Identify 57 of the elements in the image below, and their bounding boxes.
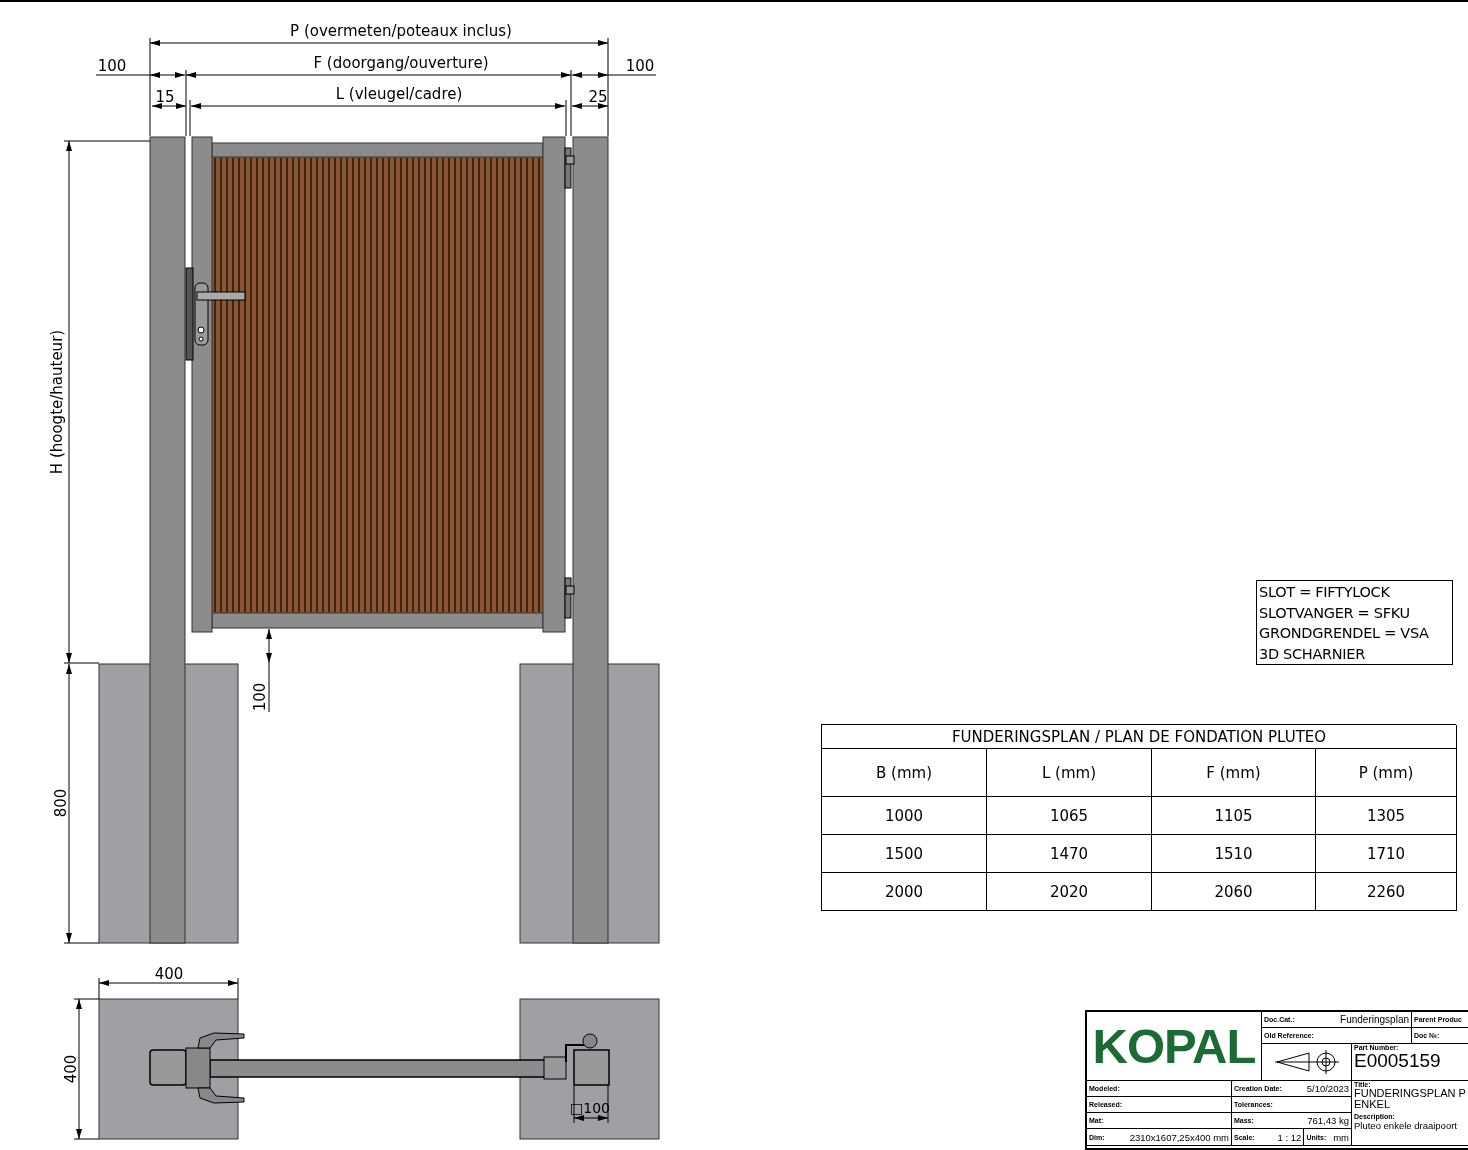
table-cell: 1710 bbox=[1316, 835, 1457, 873]
table-cell: 2060 bbox=[1152, 873, 1316, 911]
note-line: SLOTVANGER = SFKU bbox=[1259, 603, 1411, 623]
dimension-line bbox=[573, 1115, 609, 1121]
dimension-label: H (hoogte/hauteur) bbox=[48, 329, 66, 475]
column-header: B (mm) bbox=[822, 749, 987, 797]
drawing-title: ENKEL bbox=[1354, 1099, 1391, 1110]
extension-line bbox=[185, 69, 187, 137]
dimension-label: 25 bbox=[588, 88, 608, 106]
company-logo: KOPAL bbox=[1092, 1021, 1256, 1071]
note-line: 3D SCHARNIER bbox=[1259, 644, 1366, 664]
table-cell: 1065 bbox=[987, 797, 1152, 835]
table-cell: 1105 bbox=[1152, 797, 1316, 835]
column-header: P (mm) bbox=[1316, 749, 1457, 797]
field-value: 761,43 kg bbox=[1307, 1115, 1349, 1126]
extension-line bbox=[237, 977, 239, 1000]
extension-line bbox=[189, 99, 191, 137]
part-number: E0005159 bbox=[1354, 1051, 1441, 1071]
extension-line bbox=[63, 662, 100, 664]
dimension-label: □100 bbox=[570, 1100, 610, 1116]
dimension-label: 15 bbox=[155, 88, 175, 106]
drawing-title: FUNDERINGSPLAN P bbox=[1354, 1088, 1466, 1099]
dimension-label: 400 bbox=[62, 1054, 80, 1084]
field-value: 1 : 12 bbox=[1277, 1131, 1302, 1143]
extension-line bbox=[573, 1085, 575, 1124]
projection-symbol-icon bbox=[1274, 1049, 1339, 1075]
table-cell: 1510 bbox=[1152, 835, 1316, 873]
extension-line bbox=[570, 69, 572, 137]
extension-line bbox=[565, 99, 567, 137]
extension-line bbox=[73, 1138, 100, 1140]
note-line: GRONDGRENDEL = VSA bbox=[1259, 624, 1430, 643]
field-value: mm bbox=[1333, 1131, 1349, 1143]
table-cell: 1500 bbox=[822, 835, 987, 873]
table-cell: 1470 bbox=[987, 835, 1152, 873]
table-cell: 2020 bbox=[987, 873, 1152, 911]
table-cell: 2260 bbox=[1316, 873, 1457, 911]
dimension-label: 100 bbox=[97, 57, 127, 75]
dimension-label: 400 bbox=[154, 965, 184, 983]
dimension-label: 100 bbox=[251, 682, 269, 712]
field-value: Funderingsplan bbox=[1340, 1014, 1409, 1025]
field-value: 2310x1607,25x400 mm bbox=[1129, 1131, 1229, 1143]
extension-line bbox=[63, 942, 100, 944]
dimension-label: 800 bbox=[52, 788, 70, 818]
table-cell: 2000 bbox=[822, 873, 987, 911]
column-header: F (mm) bbox=[1152, 749, 1316, 797]
table-cell: 1000 bbox=[822, 797, 987, 835]
field-value: 5/10/2023 bbox=[1306, 1083, 1349, 1094]
dimension-label: 100 bbox=[625, 57, 655, 75]
drawing-description: Pluteo enkele draaipoort bbox=[1354, 1120, 1457, 1131]
dimension-label: F (doorgang/ouverture) bbox=[313, 54, 489, 72]
column-header: L (mm) bbox=[987, 749, 1152, 797]
table-title: FUNDERINGSPLAN / PLAN DE FONDATION PLUTEO bbox=[822, 725, 1457, 749]
extension-line bbox=[607, 1085, 609, 1124]
dimension-label: L (vleugel/cadre) bbox=[335, 85, 463, 103]
table-cell: 1305 bbox=[1316, 797, 1457, 835]
note-line: SLOT = FIFTYLOCK bbox=[1259, 583, 1391, 602]
dimension-label: P (overmeten/poteaux inclus) bbox=[290, 22, 512, 40]
